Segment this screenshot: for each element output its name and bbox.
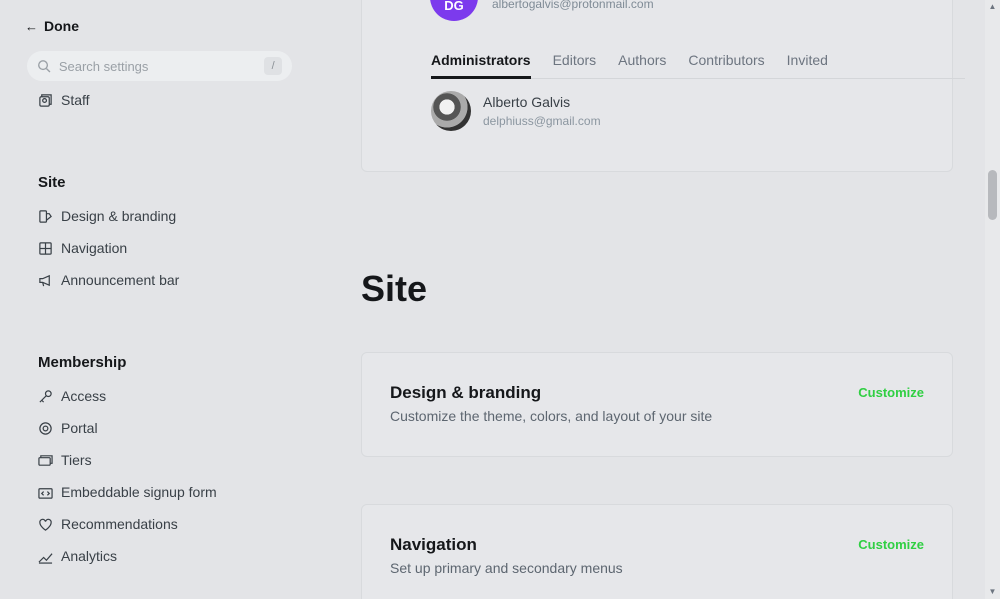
staff-tabs: Administrators Editors Authors Contribut…	[431, 49, 965, 79]
arrow-left-icon: ←	[25, 18, 38, 34]
megaphone-icon	[39, 274, 50, 286]
sidebar-item-label: Access	[61, 388, 107, 404]
tab-contributors[interactable]: Contributors	[688, 49, 764, 79]
section-title-site: Site	[38, 174, 66, 191]
search-icon	[38, 60, 51, 73]
sidebar-item-label: Design & branding	[61, 208, 177, 224]
tab-editors[interactable]: Editors	[553, 49, 597, 79]
staff-icon	[39, 93, 52, 107]
sidebar-item-announcement-bar[interactable]: Announcement bar	[38, 269, 179, 291]
sidebar-item-access[interactable]: Access	[38, 385, 106, 407]
sidebar-item-label: Announcement bar	[61, 272, 180, 288]
sidebar-item-embeddable-signup-form[interactable]: Embeddable signup form	[38, 481, 217, 503]
sidebar-item-navigation[interactable]: Navigation	[38, 237, 127, 259]
staff-card: DG albertogalvis@protonmail.com Administ…	[361, 0, 965, 172]
tiers-icon	[38, 454, 53, 466]
paintbrush-icon	[39, 209, 52, 223]
code-icon	[38, 487, 53, 499]
sidebar-item-staff[interactable]: Staff	[38, 89, 90, 111]
setting-card-design-branding: Design & branding Customize the theme, c…	[361, 352, 953, 457]
sidebar-item-tiers[interactable]: Tiers	[38, 449, 92, 471]
setting-description: Customize the theme, colors, and layout …	[390, 408, 713, 424]
scroll-up-icon[interactable]: ▲	[985, 0, 1000, 14]
sidebar-item-design-branding[interactable]: Design & branding	[38, 205, 176, 227]
staff-user-row[interactable]: Alberto Galvis delphiuss@gmail.com	[431, 91, 601, 131]
search-shortcut-key: /	[264, 57, 282, 75]
sidebar-item-label: Recommendations	[61, 516, 178, 532]
sidebar-item-label: Portal	[61, 420, 98, 436]
sidebar-item-label: Embeddable signup form	[61, 484, 217, 500]
scrollbar[interactable]: ▲ ▼	[985, 0, 1000, 599]
sidebar-item-analytics[interactable]: Analytics	[38, 545, 117, 567]
avatar	[431, 91, 471, 131]
portal-icon	[39, 421, 52, 435]
analytics-icon	[38, 552, 53, 564]
sidebar-item-portal[interactable]: Portal	[38, 417, 98, 439]
key-icon	[39, 389, 52, 403]
sidebar-item-recommendations[interactable]: Recommendations	[38, 513, 178, 535]
settings-main: DG albertogalvis@protonmail.com Administ…	[320, 0, 985, 599]
page-title: Site	[361, 268, 428, 309]
tab-administrators[interactable]: Administrators	[431, 49, 531, 79]
sidebar-item-label: Staff	[61, 92, 90, 108]
sidebar-item-label: Analytics	[61, 548, 118, 564]
customize-button[interactable]: Customize	[858, 385, 924, 400]
settings-sidebar: ← Done / Staff Site Design & branding Na…	[0, 0, 320, 599]
customize-button[interactable]: Customize	[858, 537, 924, 552]
setting-title: Navigation	[390, 535, 477, 554]
search-bar[interactable]: /	[27, 51, 292, 81]
scrollbar-thumb[interactable]	[988, 170, 997, 220]
tab-authors[interactable]: Authors	[618, 49, 666, 79]
done-label: Done	[44, 18, 79, 34]
owner-email: albertogalvis@protonmail.com	[492, 0, 654, 11]
user-name: Alberto Galvis	[483, 94, 571, 110]
done-button[interactable]: ← Done	[25, 16, 79, 36]
sidebar-item-label: Navigation	[61, 240, 128, 256]
setting-card-navigation: Navigation Set up primary and secondary …	[361, 504, 953, 599]
heart-icon	[39, 518, 52, 531]
tab-invited[interactable]: Invited	[787, 49, 828, 79]
setting-title: Design & branding	[390, 383, 542, 402]
sidebar-item-label: Tiers	[61, 452, 92, 468]
owner-avatar: DG	[430, 0, 478, 21]
search-input[interactable]	[58, 58, 257, 74]
section-title-membership: Membership	[38, 354, 127, 371]
setting-description: Set up primary and secondary menus	[390, 560, 623, 576]
user-email: delphiuss@gmail.com	[483, 114, 601, 128]
navigation-icon	[39, 241, 52, 255]
scroll-down-icon[interactable]: ▼	[985, 585, 1000, 599]
